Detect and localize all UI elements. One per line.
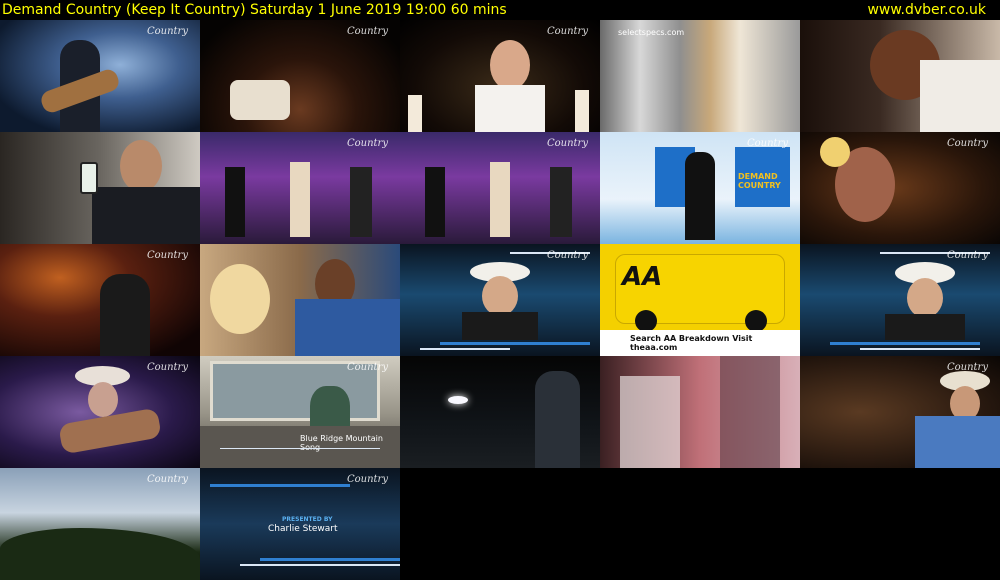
presenter-name: Charlie Stewart [268, 524, 338, 534]
channel-logo: Country [346, 474, 388, 485]
channel-logo: Country [146, 250, 188, 261]
empty-slot-2 [600, 468, 800, 580]
thumbnail-2[interactable]: Country [200, 20, 400, 132]
channel-logo: Country [346, 362, 388, 373]
channel-logo: Country [546, 138, 588, 149]
channel-logo: Country [946, 250, 988, 261]
thumbnail-16[interactable]: Country [0, 356, 200, 468]
thumbnail-3[interactable]: Country [400, 20, 600, 132]
ad-logo: selectspecs.com [618, 28, 685, 37]
channel-logo: Country [346, 26, 388, 37]
thumbnail-7[interactable]: Country [200, 132, 400, 244]
thumbnail-4[interactable]: selectspecs.com [600, 20, 800, 132]
thumbnail-5[interactable] [800, 20, 1000, 132]
presented-by-label: PRESENTED BY [282, 516, 333, 523]
thumbnail-8[interactable]: Country [400, 132, 600, 244]
channel-logo: Country [946, 138, 988, 149]
thumbnail-18[interactable] [400, 356, 600, 468]
empty-slot-3 [800, 468, 1000, 580]
header-bar: Demand Country (Keep It Country) Saturda… [0, 0, 1000, 20]
channel-logo: Country [346, 138, 388, 149]
song-title-caption: Blue Ridge Mountain Song [300, 434, 383, 452]
site-url: www.dvber.co.uk [867, 2, 986, 18]
channel-logo: Country [946, 362, 988, 373]
thumbnail-22[interactable]: PRESENTED BY Charlie Stewart Country [200, 468, 400, 580]
channel-logo: Country [146, 26, 188, 37]
thumbnail-6[interactable] [0, 132, 200, 244]
channel-logo: Country [546, 26, 588, 37]
thumbnail-grid: Country Country Country selectspecs.com … [0, 20, 1000, 580]
thumbnail-20[interactable]: Country [800, 356, 1000, 468]
thumbnail-11[interactable]: Country [0, 244, 200, 356]
thumbnail-19[interactable] [600, 356, 800, 468]
thumbnail-9[interactable]: DEMAND COUNTRY Country [600, 132, 800, 244]
thumbnail-13[interactable]: Country [400, 244, 600, 356]
channel-logo: Country [546, 250, 588, 261]
thumbnail-14[interactable]: AA Search AA Breakdown Visit theaa.com [600, 244, 800, 356]
channel-logo: Country [146, 362, 188, 373]
channel-logo: Country [146, 474, 188, 485]
thumbnail-10[interactable]: Country [800, 132, 1000, 244]
show-logo-text: DEMAND COUNTRY [738, 172, 781, 190]
thumbnail-17[interactable]: Blue Ridge Mountain Song Country [200, 356, 400, 468]
programme-title: Demand Country (Keep It Country) Saturda… [2, 2, 507, 18]
ad-caption: Search AA Breakdown Visit theaa.com [630, 334, 753, 352]
thumbnail-12[interactable] [200, 244, 400, 356]
thumbnail-21[interactable]: Country [0, 468, 200, 580]
empty-slot-1 [400, 468, 600, 580]
channel-logo: Country [746, 138, 788, 149]
thumbnail-15[interactable]: Country [800, 244, 1000, 356]
thumbnail-1[interactable]: Country [0, 20, 200, 132]
